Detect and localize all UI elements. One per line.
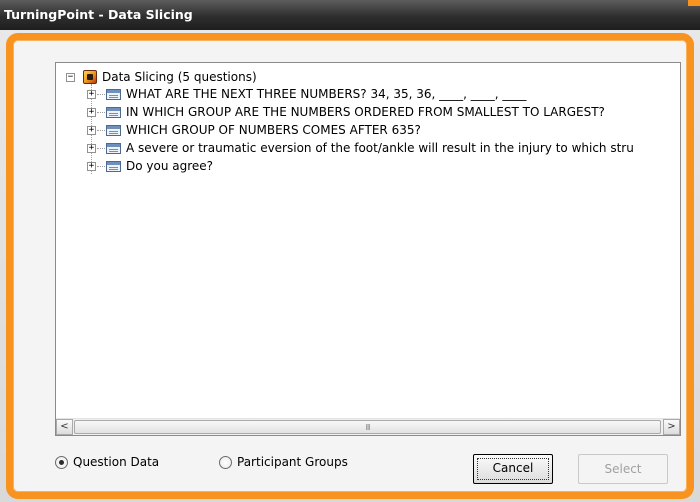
title-bar: TurningPoint - Data Slicing — [0, 0, 700, 30]
scroll-grip-icon: III — [365, 423, 370, 432]
question-icon — [106, 125, 121, 136]
tree-branch — [97, 130, 105, 132]
participant-groups-label: Participant Groups — [237, 455, 348, 469]
expand-icon[interactable]: + — [87, 144, 96, 153]
radio-unchecked-icon[interactable] — [219, 455, 232, 469]
scroll-right-button[interactable]: > — [663, 419, 680, 435]
tree-root-label: Data Slicing (5 questions) — [102, 70, 257, 84]
cancel-button[interactable]: Cancel — [473, 454, 553, 484]
tree-branch — [97, 94, 105, 96]
window-title: TurningPoint - Data Slicing — [4, 7, 193, 22]
question-label: WHICH GROUP OF NUMBERS COMES AFTER 635? — [126, 123, 421, 137]
expand-icon[interactable]: + — [87, 162, 96, 171]
question-data-radio[interactable]: Question Data — [55, 455, 159, 469]
question-icon — [106, 107, 121, 118]
tree-branch — [97, 112, 105, 114]
scroll-left-button[interactable]: < — [56, 419, 73, 435]
question-icon — [106, 143, 121, 154]
collapse-icon[interactable]: − — [66, 73, 75, 82]
horizontal-scrollbar[interactable]: < III > — [56, 418, 680, 435]
expand-icon[interactable]: + — [87, 108, 96, 117]
tree-item-question-2[interactable]: + IN WHICH GROUP ARE THE NUMBERS ORDERED… — [56, 103, 676, 121]
radio-checked-icon[interactable] — [55, 455, 68, 469]
question-tree[interactable]: − Data Slicing (5 questions) + WHAT ARE … — [55, 62, 681, 436]
focus-rect — [477, 458, 549, 480]
expand-icon[interactable]: + — [87, 126, 96, 135]
tree-item-question-4[interactable]: + A severe or traumatic eversion of the … — [56, 139, 680, 157]
tree-root[interactable]: − Data Slicing (5 questions) — [56, 68, 656, 86]
scroll-thumb[interactable]: III — [74, 420, 661, 434]
tree-item-question-5[interactable]: + Do you agree? — [56, 157, 676, 175]
select-button[interactable]: Select — [578, 454, 668, 484]
question-icon — [106, 89, 121, 100]
question-label: A severe or traumatic eversion of the fo… — [126, 141, 634, 155]
question-label: Do you agree? — [126, 159, 214, 173]
tree-branch — [97, 148, 105, 150]
question-data-label: Question Data — [73, 455, 160, 469]
corner-accent — [688, 0, 700, 6]
select-label: Select — [604, 462, 642, 476]
orange-frame: − Data Slicing (5 questions) + WHAT ARE … — [6, 33, 694, 499]
tree-item-question-1[interactable]: + WHAT ARE THE NEXT THREE NUMBERS? 34, 3… — [56, 85, 676, 103]
question-label: IN WHICH GROUP ARE THE NUMBERS ORDERED F… — [126, 105, 605, 119]
tree-item-question-3[interactable]: + WHICH GROUP OF NUMBERS COMES AFTER 635… — [56, 121, 676, 139]
participant-groups-radio[interactable]: Participant Groups — [219, 455, 348, 469]
question-label: WHAT ARE THE NEXT THREE NUMBERS? 34, 35,… — [126, 87, 527, 101]
data-slicing-icon — [83, 70, 97, 84]
dialog-body: − Data Slicing (5 questions) + WHAT ARE … — [0, 30, 700, 502]
expand-icon[interactable]: + — [87, 90, 96, 99]
question-icon — [106, 161, 121, 172]
tree-branch — [97, 166, 105, 168]
